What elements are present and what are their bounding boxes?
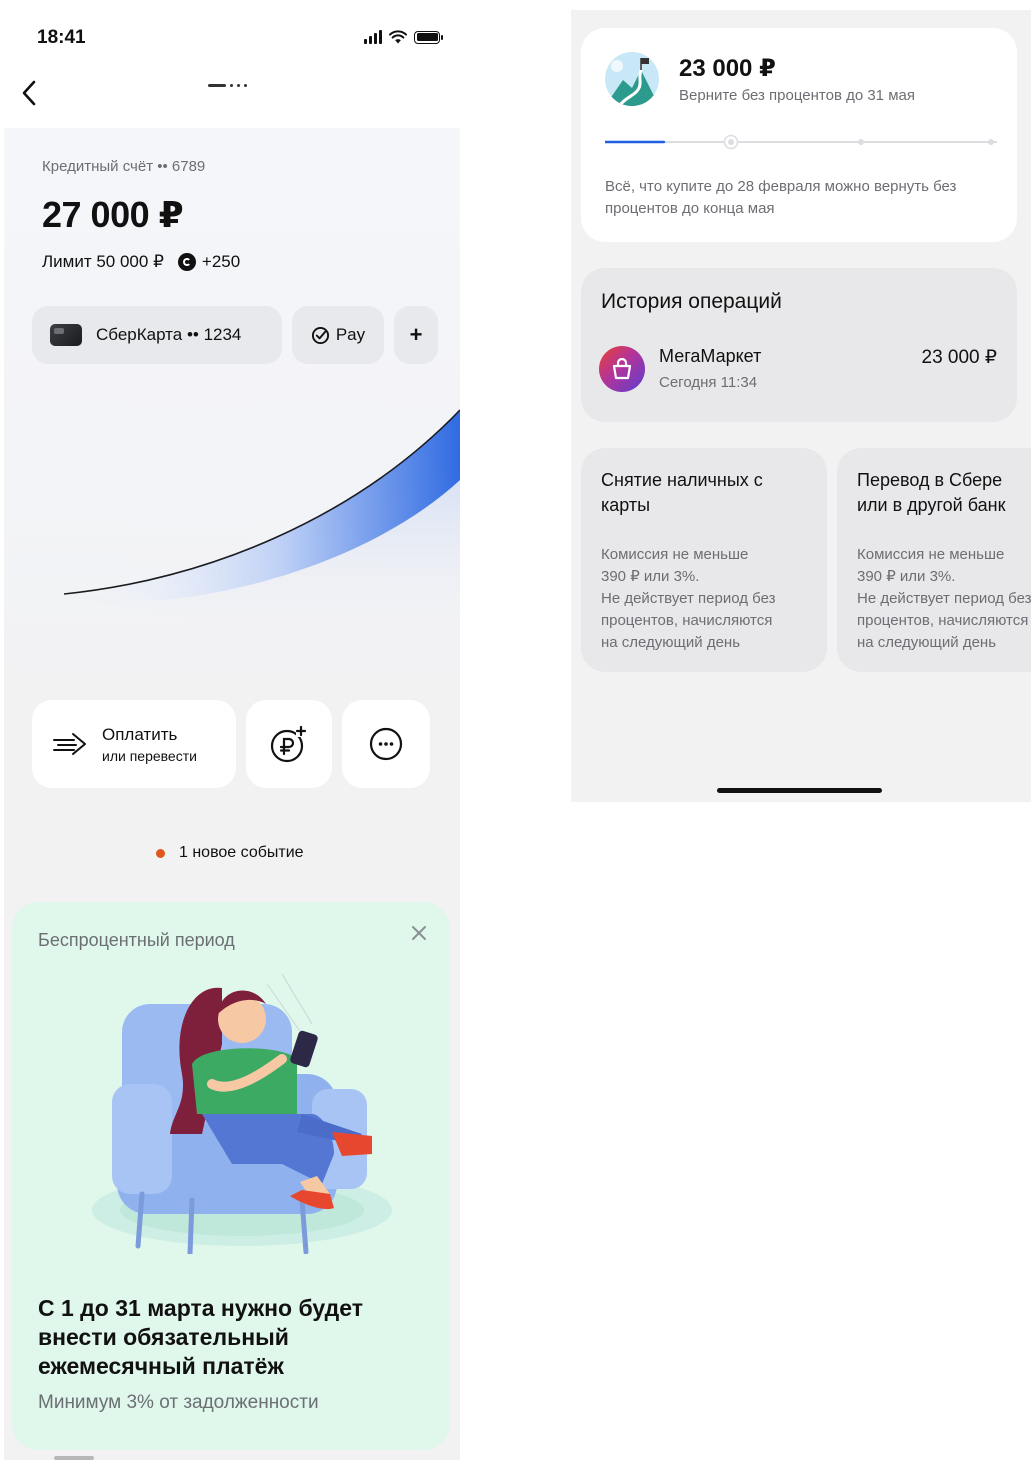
operation-amount: 23 000 ₽	[921, 347, 997, 368]
spasibo-icon	[177, 253, 196, 271]
account-hero: Кредитный счёт •• 6789 27 000 ₽ Лимит 50…	[4, 128, 460, 688]
battery-icon	[414, 30, 443, 44]
credit-limit: Лимит 50 000 ₽	[42, 252, 164, 271]
promo-subtitle: Минимум 3% от задолженности	[38, 1392, 319, 1413]
history-title: История операций	[601, 290, 782, 313]
add-card-button[interactable]: +	[394, 306, 438, 364]
info-title: Перевод в Сбере или в другой банк	[857, 470, 1006, 515]
status-bar: 18:41	[4, 10, 460, 64]
info-text: Комиссия не меньше 390 ₽ или 3%. Не дейс…	[857, 546, 1031, 651]
account-label: Кредитный счёт •• 6789	[42, 158, 206, 175]
chevron-left-icon	[22, 80, 36, 106]
event-dot	[156, 848, 165, 858]
page-indicator[interactable]	[208, 84, 247, 87]
check-circle-icon	[311, 326, 329, 344]
nav-bar	[4, 64, 460, 128]
status-icons	[364, 30, 443, 44]
credit-account-screen-continued: 23 000 ₽ Верните без процентов до 31 мая…	[571, 10, 1031, 802]
cash-withdrawal-card[interactable]: Снятие наличных с карты Комиссия не мень…	[581, 448, 827, 672]
linked-card-label: СберКарта •• 1234	[96, 325, 242, 344]
wifi-icon	[389, 30, 407, 44]
grace-note: Всё, что купите до 28 февраля можно верн…	[605, 178, 957, 217]
megamarket-icon	[599, 346, 645, 392]
card-icon	[50, 324, 82, 346]
next-card-peek	[54, 1456, 94, 1460]
plus-icon: +	[409, 322, 423, 347]
limit-row: Лимит 50 000 ₽ +250	[42, 252, 240, 272]
pay-transfer-title: Оплатить	[102, 724, 178, 744]
transfer-card[interactable]: Перевод в Сбере или в другой банк Комисс…	[837, 448, 1031, 672]
credit-account-screen: 18:41 Кредитный счёт •• 6789 27 000 ₽ Ли…	[4, 10, 460, 1460]
linked-card-chip[interactable]: СберКарта •• 1234	[32, 306, 282, 364]
bonus-badge[interactable]: +250	[177, 252, 241, 272]
bonus-value: +250	[201, 252, 241, 271]
card-wave-decoration	[63, 409, 460, 650]
grace-period-promo[interactable]: Беспроцентный период С 1 до 31 марта нуж…	[12, 902, 450, 1450]
top-up-button[interactable]	[246, 700, 332, 788]
pay-label: Pay	[335, 325, 366, 344]
more-actions-button[interactable]	[342, 700, 430, 788]
pay-chip[interactable]: Pay	[292, 306, 384, 364]
info-title: Снятие наличных с карты	[601, 470, 763, 515]
grace-subtitle: Верните без процентов до 31 мая	[679, 87, 915, 104]
close-icon[interactable]	[410, 924, 428, 942]
new-events-label: 1 новое событие	[179, 844, 304, 861]
promo-title: С 1 до 31 марта нужно будет внести обяза…	[38, 1295, 363, 1379]
back-button[interactable]	[12, 76, 46, 110]
ruble-plus-icon	[270, 725, 308, 763]
account-balance: 27 000 ₽	[42, 194, 184, 235]
new-events-indicator[interactable]: 1 новое событие	[156, 844, 304, 862]
signal-icon	[364, 30, 382, 44]
more-icon	[369, 727, 403, 761]
operations-history[interactable]: История операций МегаМаркет Сегодня 11:3…	[581, 268, 1017, 422]
pay-transfer-subtitle: или перевести	[102, 747, 197, 764]
operation-name: МегаМаркет	[659, 346, 762, 366]
promo-label: Беспроцентный период	[38, 930, 235, 950]
woman-in-armchair-illustration	[92, 973, 392, 1254]
arrow-transfer-icon	[53, 733, 86, 755]
operation-time: Сегодня 11:34	[659, 374, 758, 391]
mountain-flag-icon	[605, 52, 659, 106]
pay-transfer-text: Оплатить или перевести	[102, 725, 197, 764]
pay-transfer-button[interactable]: Оплатить или перевести	[32, 700, 236, 788]
home-indicator	[717, 788, 882, 793]
grace-period-card[interactable]: 23 000 ₽ Верните без процентов до 31 мая…	[581, 28, 1017, 242]
grace-progress-track	[605, 134, 997, 150]
info-text: Комиссия не меньше 390 ₽ или 3%. Не дейс…	[601, 546, 776, 651]
status-time: 18:41	[37, 27, 86, 48]
grace-amount: 23 000 ₽	[679, 55, 776, 82]
